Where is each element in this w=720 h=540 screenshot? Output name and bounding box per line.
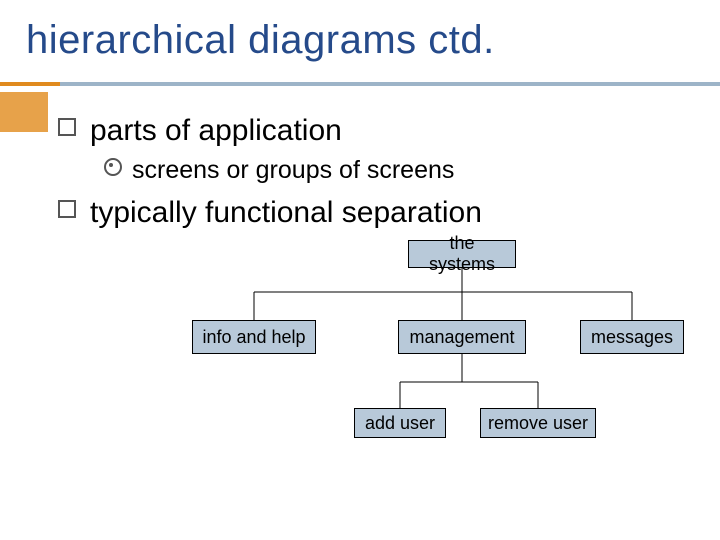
node-root: the systems bbox=[408, 240, 516, 268]
node-remove-user: remove user bbox=[480, 408, 596, 438]
square-bullet-icon bbox=[58, 118, 76, 136]
node-info-help: info and help bbox=[192, 320, 316, 354]
slide: hierarchical diagrams ctd. parts of appl… bbox=[0, 0, 720, 540]
bullet-level1-2: typically functional separation bbox=[58, 196, 482, 230]
bullet-level2-1: screens or groups of screens bbox=[104, 156, 454, 185]
bullet-level1-1: parts of application bbox=[58, 114, 342, 148]
connectors bbox=[0, 0, 720, 540]
divider-accent bbox=[0, 82, 60, 86]
circle-bullet-icon bbox=[104, 158, 122, 176]
node-add-user: add user bbox=[354, 408, 446, 438]
decorative-block bbox=[0, 92, 48, 132]
bullet-text: typically functional separation bbox=[90, 196, 482, 229]
bullet-text: screens or groups of screens bbox=[132, 156, 454, 184]
square-bullet-icon bbox=[58, 200, 76, 218]
divider bbox=[0, 82, 720, 86]
node-messages: messages bbox=[580, 320, 684, 354]
slide-title: hierarchical diagrams ctd. bbox=[26, 18, 495, 63]
node-management: management bbox=[398, 320, 526, 354]
bullet-text: parts of application bbox=[90, 114, 342, 147]
